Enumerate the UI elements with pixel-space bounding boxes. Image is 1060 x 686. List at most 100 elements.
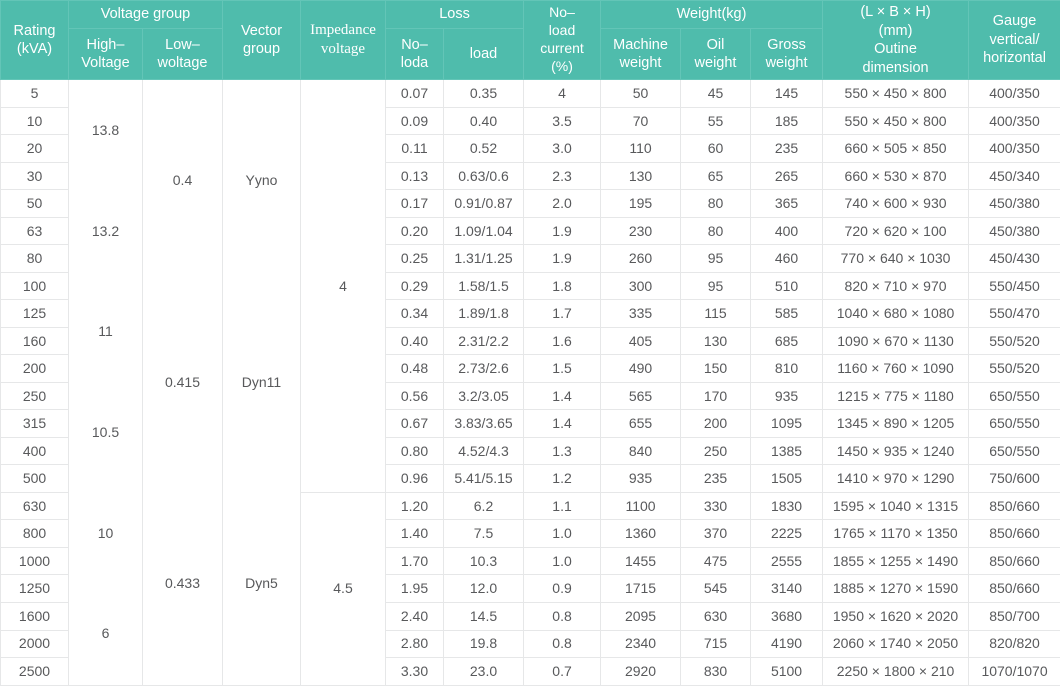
cell-gauge: 650/550	[969, 437, 1060, 465]
cell-rating: 250	[1, 382, 69, 410]
cell-rating: 800	[1, 520, 69, 548]
cell-outline-dimension: 660 × 505 × 850	[823, 135, 969, 163]
cell-machine-weight: 405	[601, 327, 681, 355]
cell-outline-dimension: 820 × 710 × 970	[823, 272, 969, 300]
cell-rating: 63	[1, 217, 69, 245]
cell-oil-weight: 715	[681, 630, 751, 658]
cell-noload-current: 1.9	[524, 217, 601, 245]
header-gauge: Gauge vertical/ horizontal	[969, 1, 1060, 80]
header-oil-weight-line1: Oil	[684, 36, 747, 55]
cell-gross-weight: 2555	[751, 547, 823, 575]
cell-gauge: 550/520	[969, 327, 1060, 355]
header-gross-weight-line1: Gross	[754, 36, 819, 55]
cell-loss-load: 2.31/2.2	[444, 327, 524, 355]
cell-oil-weight: 235	[681, 465, 751, 493]
header-gauge-line3: horizontal	[972, 49, 1057, 68]
header-vector-group-line2: group	[226, 40, 297, 59]
cell-noload-current: 0.8	[524, 602, 601, 630]
cell-gross-weight: 400	[751, 217, 823, 245]
header-machine-weight: Machine weight	[601, 29, 681, 80]
cell-noload-current: 2.0	[524, 190, 601, 218]
cell-loss-noload: 0.96	[386, 465, 444, 493]
table-row: 513.813.21110.51060.40.4150.433YynoDyn11…	[1, 80, 1060, 108]
cell-low-voltage-group: 0.40.4150.433	[143, 80, 223, 685]
cell-outline-dimension: 770 × 640 × 1030	[823, 245, 969, 273]
cell-gauge: 450/430	[969, 245, 1060, 273]
cell-machine-weight: 840	[601, 437, 681, 465]
header-gauge-line1: Gauge	[972, 12, 1057, 31]
cell-noload-current: 1.9	[524, 245, 601, 273]
header-rating-line1: Rating	[4, 22, 65, 41]
cell-machine-weight: 2095	[601, 602, 681, 630]
cell-gross-weight: 5100	[751, 658, 823, 686]
cell-noload-current: 0.7	[524, 658, 601, 686]
cell-machine-weight: 1360	[601, 520, 681, 548]
cell-outline-dimension: 1160 × 760 × 1090	[823, 355, 969, 383]
cell-outline-dimension: 1040 × 680 × 1080	[823, 300, 969, 328]
cell-loss-noload: 1.20	[386, 492, 444, 520]
cell-machine-weight: 1715	[601, 575, 681, 603]
cell-gauge: 550/520	[969, 355, 1060, 383]
cell-machine-weight: 2340	[601, 630, 681, 658]
cell-loss-noload: 0.34	[386, 300, 444, 328]
cell-gauge: 400/350	[969, 107, 1060, 135]
merged-value: 10	[98, 515, 114, 552]
cell-loss-load: 1.31/1.25	[444, 245, 524, 273]
cell-oil-weight: 80	[681, 190, 751, 218]
cell-rating: 2000	[1, 630, 69, 658]
cell-oil-weight: 630	[681, 602, 751, 630]
header-noload-current-line4: (%)	[527, 58, 597, 76]
cell-oil-weight: 170	[681, 382, 751, 410]
cell-loss-noload: 0.20	[386, 217, 444, 245]
cell-outline-dimension: 2250 × 1800 × 210	[823, 658, 969, 686]
cell-oil-weight: 370	[681, 520, 751, 548]
merged-value: 10.5	[92, 414, 119, 451]
cell-gross-weight: 685	[751, 327, 823, 355]
cell-gross-weight: 365	[751, 190, 823, 218]
merged-value: 0.433	[165, 562, 200, 605]
cell-outline-dimension: 1090 × 670 × 1130	[823, 327, 969, 355]
header-voltage-group: Voltage group	[69, 1, 223, 29]
cell-gauge: 850/700	[969, 602, 1060, 630]
cell-gauge: 450/340	[969, 162, 1060, 190]
cell-loss-load: 0.35	[444, 80, 524, 108]
cell-rating: 50	[1, 190, 69, 218]
merged-value: 13.2	[92, 213, 119, 250]
header-dimension-line2: (mm)	[826, 22, 965, 41]
header-dimension-line1: (L × B × H)	[826, 3, 965, 22]
cell-rating: 200	[1, 355, 69, 383]
merged-value: Yyno	[246, 159, 278, 202]
cell-rating: 1600	[1, 602, 69, 630]
cell-loss-noload: 2.80	[386, 630, 444, 658]
cell-loss-load: 4.52/4.3	[444, 437, 524, 465]
cell-outline-dimension: 1345 × 890 × 1205	[823, 410, 969, 438]
cell-machine-weight: 1100	[601, 492, 681, 520]
cell-loss-noload: 0.29	[386, 272, 444, 300]
cell-machine-weight: 490	[601, 355, 681, 383]
cell-oil-weight: 115	[681, 300, 751, 328]
cell-oil-weight: 130	[681, 327, 751, 355]
cell-noload-current: 2.3	[524, 162, 601, 190]
cell-noload-current: 1.1	[524, 492, 601, 520]
cell-impedance-voltage-upper: 4	[301, 80, 386, 493]
cell-gauge: 750/600	[969, 465, 1060, 493]
merged-value: Dyn5	[245, 562, 278, 605]
cell-loss-noload: 2.40	[386, 602, 444, 630]
header-vector-group: Vector group	[223, 1, 301, 80]
cell-machine-weight: 935	[601, 465, 681, 493]
cell-gross-weight: 1505	[751, 465, 823, 493]
header-impedance-line2: voltage	[304, 40, 382, 59]
header-machine-weight-line2: weight	[604, 54, 677, 73]
cell-loss-noload: 0.17	[386, 190, 444, 218]
cell-gross-weight: 1830	[751, 492, 823, 520]
cell-loss-noload: 0.07	[386, 80, 444, 108]
cell-oil-weight: 830	[681, 658, 751, 686]
cell-noload-current: 1.3	[524, 437, 601, 465]
cell-rating: 80	[1, 245, 69, 273]
cell-machine-weight: 2920	[601, 658, 681, 686]
cell-noload-current: 1.4	[524, 410, 601, 438]
cell-oil-weight: 45	[681, 80, 751, 108]
cell-rating: 100	[1, 272, 69, 300]
cell-gross-weight: 935	[751, 382, 823, 410]
cell-gauge: 850/660	[969, 547, 1060, 575]
